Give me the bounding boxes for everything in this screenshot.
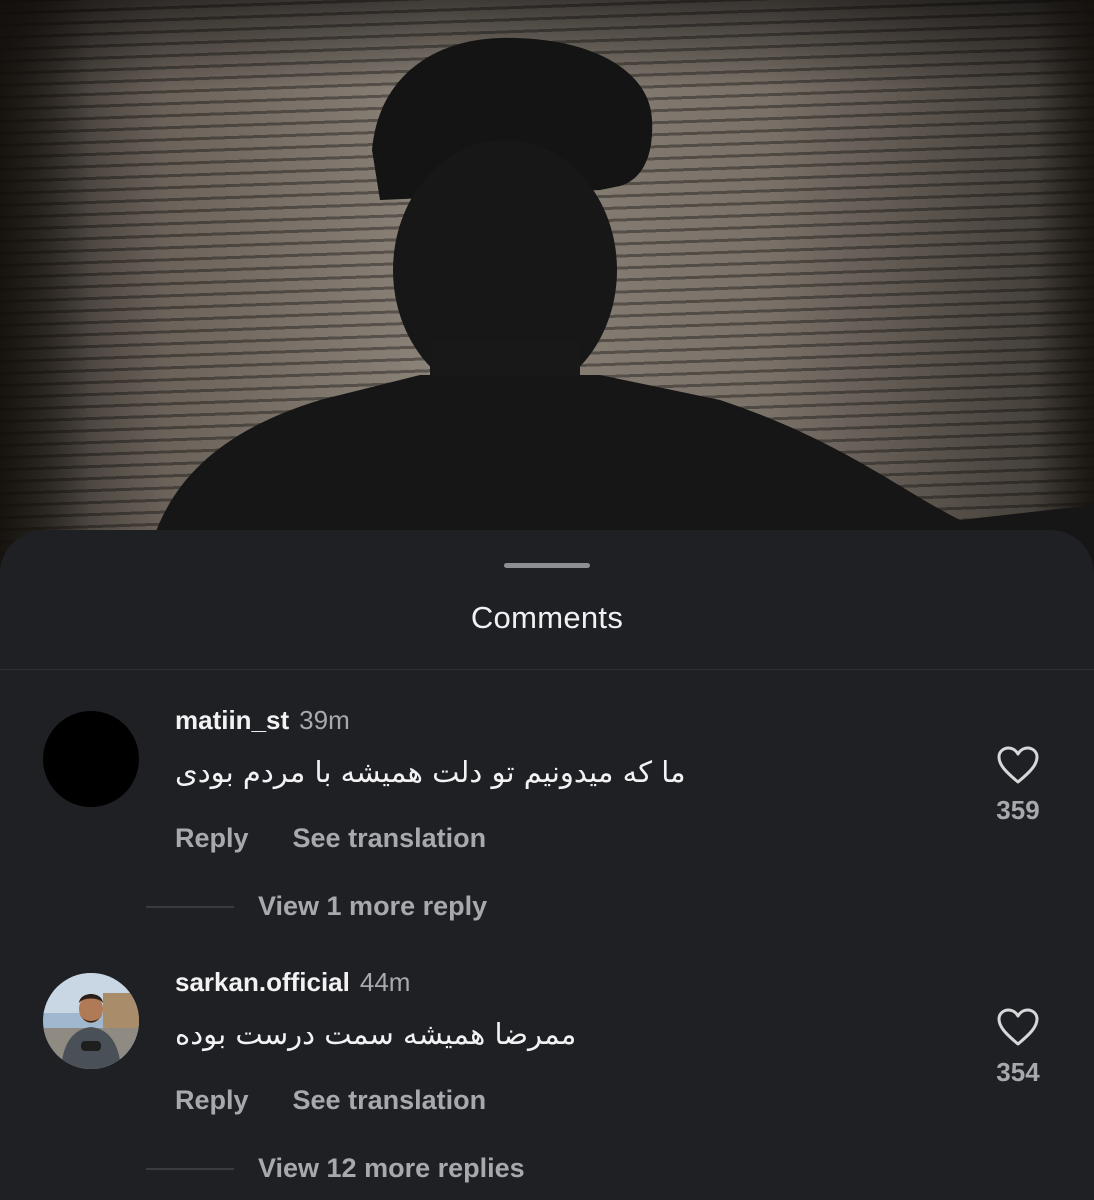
like-button[interactable]: 359 [980,745,1056,826]
replies-divider-line [146,1167,234,1170]
avatar[interactable] [43,973,139,1069]
comment-meta: sarkan.official 44m [175,967,410,998]
heart-outline-icon [997,1008,1039,1046]
comment-actions: Reply See translation [175,1085,486,1116]
like-count: 359 [996,795,1040,825]
view-replies[interactable]: View 1 more reply [146,891,487,922]
reply-button[interactable]: Reply [175,823,249,853]
username[interactable]: matiin_st [175,705,289,735]
see-translation-button[interactable]: See translation [293,823,487,853]
comment-actions: Reply See translation [175,823,486,854]
drag-handle[interactable] [504,563,590,568]
comment-text: ممرضا همیشه سمت درست بوده [175,1017,577,1051]
view-replies-label[interactable]: View 12 more replies [258,1153,525,1183]
timestamp: 44m [359,967,411,997]
person-silhouette [140,37,1094,600]
like-count: 354 [996,1057,1040,1087]
comment-meta: matiin_st 39m [175,705,350,736]
view-replies-label[interactable]: View 1 more reply [258,891,487,921]
video-background [0,0,1094,600]
replies-divider-line [146,905,234,908]
sheet-title: Comments [470,600,624,635]
comment-text: ما که میدونیم تو دلت همیشه با مردم بودی [175,755,686,789]
reply-button[interactable]: Reply [175,1085,249,1115]
see-translation-button[interactable]: See translation [293,1085,487,1115]
username[interactable]: sarkan.official [175,967,350,997]
comments-sheet: Comments matiin_st 39m ما که میدونیم تو د… [0,530,1094,1200]
timestamp: 39m [299,705,350,735]
view-replies[interactable]: View 12 more replies [146,1153,525,1184]
like-button[interactable]: 354 [980,1007,1056,1088]
user-photo-avatar [43,973,139,1069]
heart-outline-icon [997,746,1039,784]
title-divider [0,669,1094,670]
avatar[interactable] [43,711,139,807]
